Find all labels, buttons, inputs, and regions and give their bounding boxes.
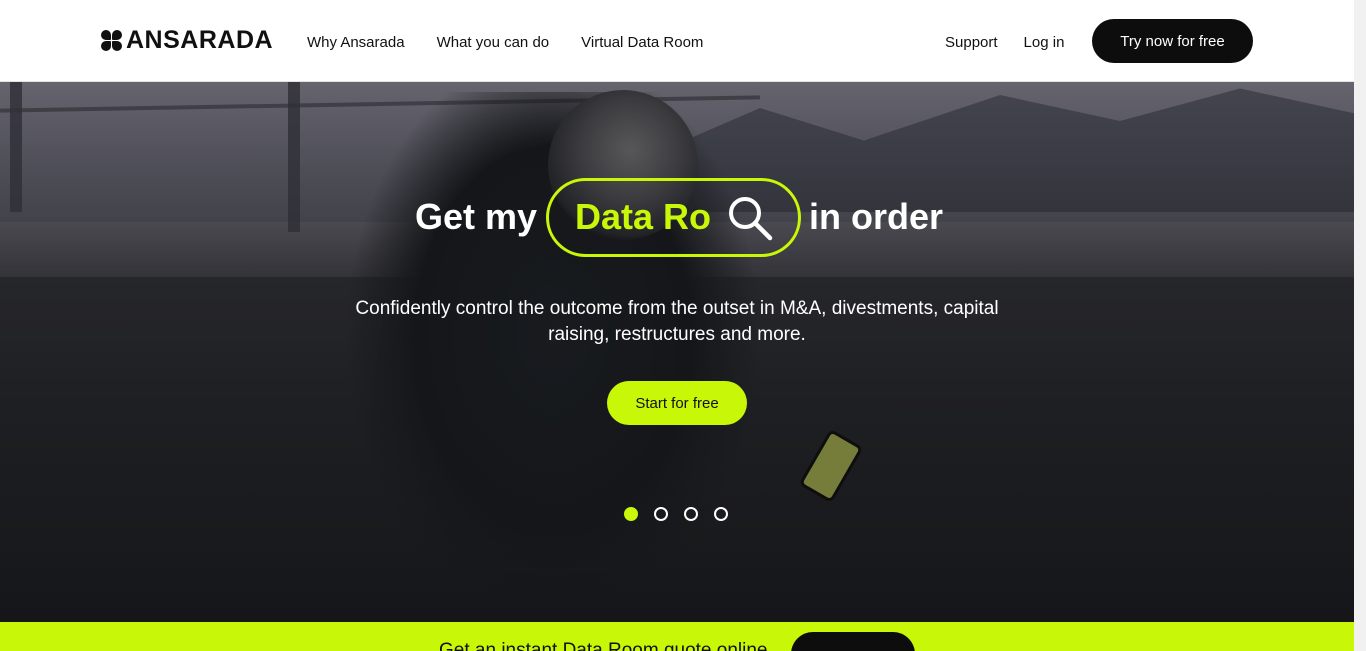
hero-overlay bbox=[0, 82, 1354, 622]
ansarada-logo-mark-icon bbox=[101, 30, 122, 51]
headline-suffix: in order bbox=[809, 196, 944, 237]
nav-why-ansarada[interactable]: Why Ansarada bbox=[307, 34, 405, 51]
hero-subtext: Confidently control the outcome from the… bbox=[355, 298, 999, 345]
hero-headline: Get my Data Ro in order bbox=[0, 178, 1354, 258]
primary-nav: Why Ansarada What you can do Virtual Dat… bbox=[307, 34, 703, 51]
search-icon bbox=[729, 197, 773, 241]
nav-log-in[interactable]: Log in bbox=[1024, 34, 1065, 51]
nav-what-you-can-do[interactable]: What you can do bbox=[437, 34, 550, 51]
ansarada-logo[interactable]: ANSARADA bbox=[101, 28, 273, 53]
nav-virtual-data-room[interactable]: Virtual Data Room bbox=[581, 34, 703, 51]
quote-banner: Get an instant Data Room quote online Ge… bbox=[0, 622, 1354, 651]
quote-banner-text: Get an instant Data Room quote online bbox=[439, 640, 768, 651]
try-now-button[interactable]: Try now for free bbox=[1092, 19, 1253, 63]
headline-typed-word: Data Ro bbox=[575, 196, 712, 237]
secondary-nav: Support Log in bbox=[945, 34, 1064, 51]
site-header: ANSARADA Why Ansarada What you can do Vi… bbox=[0, 0, 1354, 82]
carousel-dots bbox=[624, 507, 728, 521]
nav-support[interactable]: Support bbox=[945, 34, 998, 51]
logo-text: ANSARADA bbox=[126, 26, 274, 54]
page-scrollbar[interactable] bbox=[1354, 0, 1366, 651]
carousel-dot-3[interactable] bbox=[684, 507, 698, 521]
get-quote-button[interactable]: Get Quote bbox=[791, 632, 915, 651]
carousel-dot-1[interactable] bbox=[624, 507, 638, 521]
carousel-dot-2[interactable] bbox=[654, 507, 668, 521]
headline-prefix: Get my bbox=[415, 196, 538, 237]
hero-section: Get my Data Ro in order Confidently cont… bbox=[0, 82, 1354, 622]
carousel-dot-4[interactable] bbox=[714, 507, 728, 521]
start-for-free-button[interactable]: Start for free bbox=[607, 381, 747, 425]
